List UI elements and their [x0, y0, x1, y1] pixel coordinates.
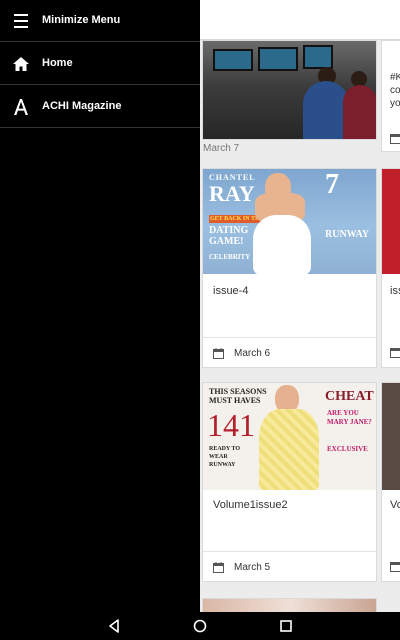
system-navigation-bar [0, 612, 400, 640]
cover-text: READY TO WEAR RUNWAY [209, 446, 241, 468]
card-date: March 7 [203, 143, 240, 154]
magazine-cover-image [382, 383, 400, 490]
card-date: March 5 [234, 562, 271, 573]
feed-card-top[interactable] [202, 40, 377, 140]
home-circle-icon[interactable] [192, 618, 208, 634]
magazine-cover-image[interactable]: THIS SEASONS MUST HAVES 141 READY TO WEA… [203, 383, 376, 490]
card-snippet: #K co yo [390, 72, 400, 109]
cover-text: CHEAT [325, 389, 374, 404]
drawer-item-label: Home [42, 57, 73, 69]
issue-card-right[interactable]: iss [381, 168, 400, 368]
card-title: Vo [390, 499, 400, 511]
model-figure [253, 215, 311, 274]
cover-text: MUST HAVES [209, 396, 261, 405]
issue-card[interactable]: CHANTEL RAY GET BACK IN THE DATING GAME!… [202, 168, 377, 368]
home-icon [13, 57, 29, 71]
monitor-shape [213, 49, 253, 71]
issue-card-right[interactable]: Vo [381, 382, 400, 582]
monitor-shape [303, 45, 333, 69]
cover-text: DATING GAME! [209, 225, 249, 247]
issue-card[interactable]: THIS SEASONS MUST HAVES 141 READY TO WEA… [202, 382, 377, 582]
drawer-item-home[interactable]: Home [0, 43, 200, 85]
drawer-item-achi-magazine[interactable]: ACHI Magazine [0, 86, 200, 128]
magazine-cover-image [382, 169, 400, 274]
drawer-item-label: ACHI Magazine [42, 100, 122, 112]
magazine-cover-image[interactable]: CHANTEL RAY GET BACK IN THE DATING GAME!… [203, 169, 376, 274]
cover-text: THIS SEASONS [209, 387, 267, 396]
card-date: March 6 [234, 348, 271, 359]
cover-text: RUNWAY [325, 229, 370, 240]
monitor-shape [258, 47, 298, 71]
cover-text: 141 [207, 407, 255, 443]
cover-text: EXCLUSIVE [327, 445, 368, 453]
navigation-drawer: Minimize Menu Home ACHI Magazine [0, 0, 200, 612]
cover-text: ARE YOU MARY JANE? [327, 409, 372, 426]
magazine-cover-image [203, 599, 376, 612]
a-letter-icon [14, 99, 28, 115]
card-photo [203, 41, 376, 139]
card-title: iss [390, 285, 400, 297]
person-body [343, 85, 376, 139]
hamburger-icon [12, 12, 30, 30]
calendar-icon [213, 348, 224, 359]
card-footer: March 5 [203, 551, 376, 581]
calendar-icon [390, 562, 400, 572]
calendar-icon [390, 134, 400, 144]
card-title: Volume1issue2 [213, 499, 288, 511]
feed-card-right-top[interactable]: #K co yo [381, 40, 400, 152]
back-icon[interactable] [106, 618, 122, 634]
model-figure [259, 409, 319, 490]
calendar-icon [390, 348, 400, 358]
card-title: issue-4 [213, 285, 249, 297]
cover-text: CELEBRITY [209, 253, 251, 261]
card-footer: March 6 [203, 337, 376, 367]
cover-text: 7 [325, 169, 339, 200]
issue-card[interactable] [202, 598, 377, 612]
drawer-item-label: Minimize Menu [42, 14, 121, 26]
drawer-item-minimize-menu[interactable]: Minimize Menu [0, 0, 200, 42]
calendar-icon [213, 562, 224, 573]
recents-icon[interactable] [278, 618, 294, 634]
cover-text: RAY [209, 181, 255, 206]
